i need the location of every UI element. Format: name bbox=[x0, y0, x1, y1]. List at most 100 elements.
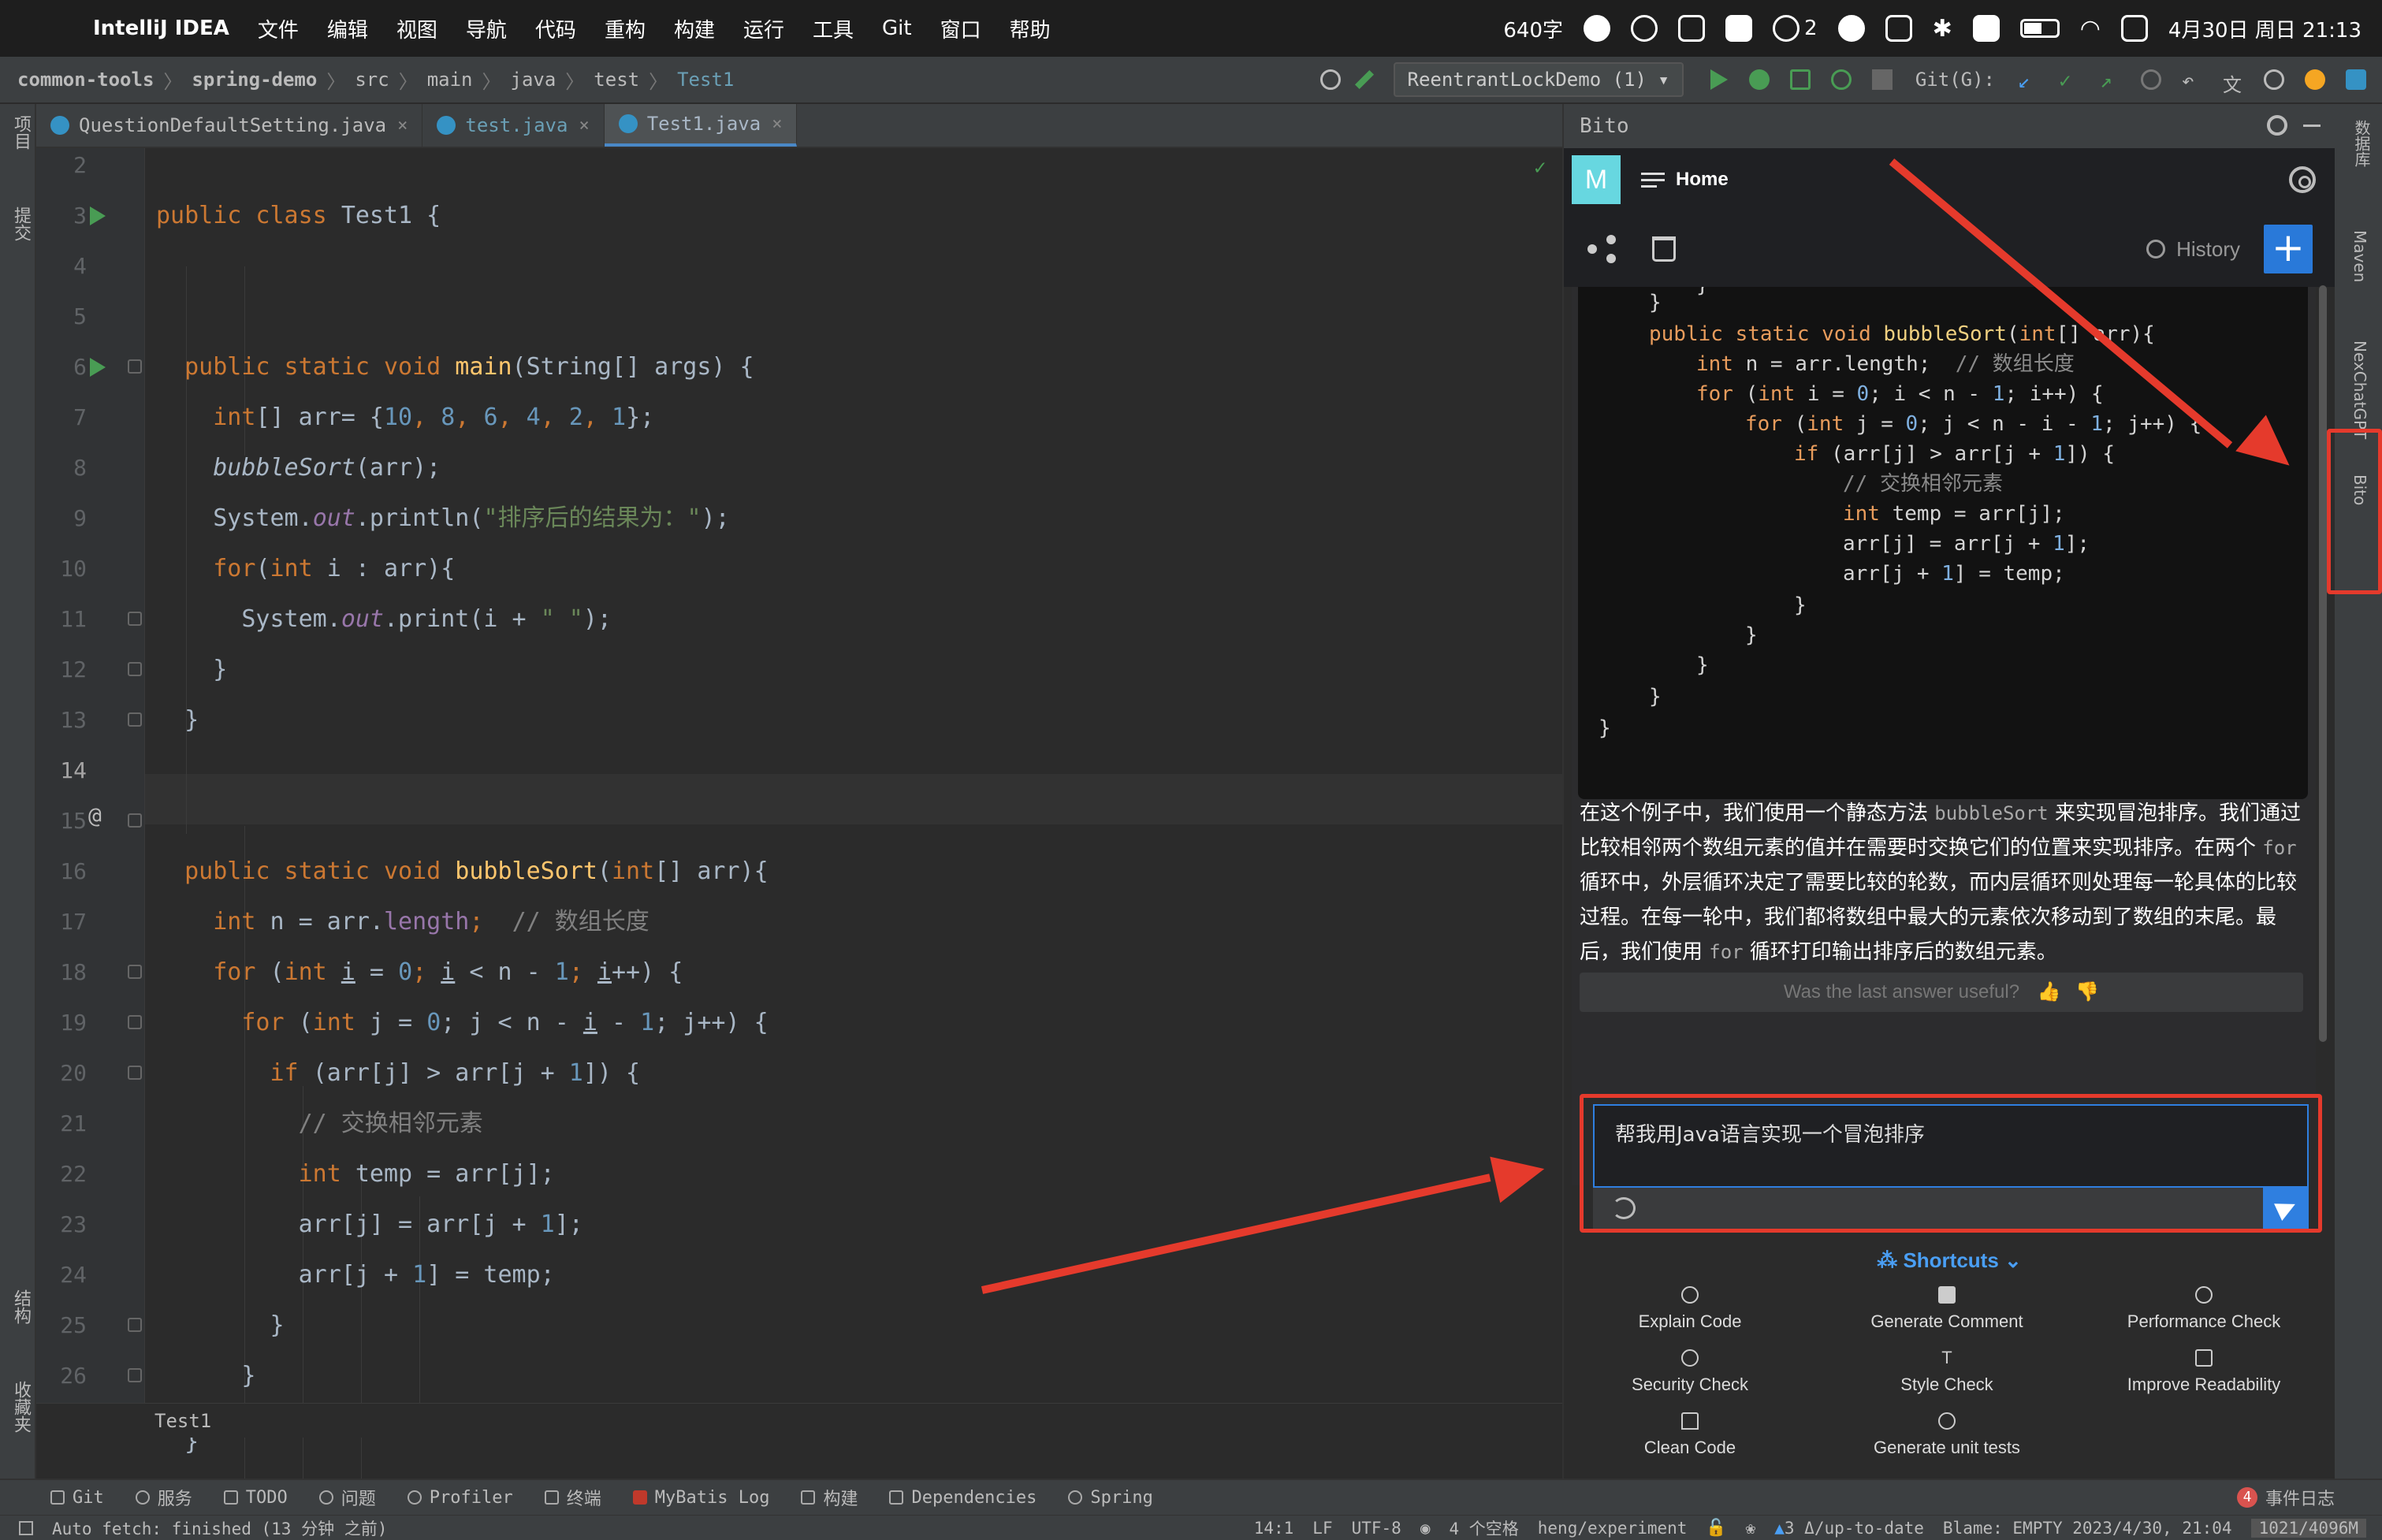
file-encoding[interactable]: UTF-8 bbox=[1352, 1519, 1401, 1538]
lock-icon[interactable]: 🔓 bbox=[1706, 1518, 1726, 1538]
breadcrumb-main[interactable]: main bbox=[418, 69, 482, 91]
inspection-ok-icon[interactable]: ✓ bbox=[1534, 156, 1546, 180]
maven-tool-button[interactable]: Maven bbox=[2350, 230, 2369, 282]
battery-icon[interactable] bbox=[2019, 19, 2060, 38]
stop-icon[interactable] bbox=[1871, 69, 1893, 90]
share-icon[interactable] bbox=[1587, 235, 1616, 263]
line-separator[interactable]: LF bbox=[1312, 1519, 1332, 1538]
shortcut-security-check[interactable]: Security Check bbox=[1564, 1349, 1816, 1395]
fold-icon[interactable] bbox=[128, 1066, 142, 1080]
toolwindow-spring[interactable]: Spring bbox=[1068, 1488, 1153, 1508]
paw-icon[interactable]: ❀ bbox=[1746, 1519, 1756, 1538]
avatar[interactable]: M bbox=[1572, 155, 1621, 204]
close-icon[interactable]: × bbox=[772, 114, 782, 134]
menu-tools[interactable]: 工具 bbox=[798, 14, 868, 43]
shortcut-performance-check[interactable]: Performance Check bbox=[2078, 1286, 2330, 1332]
run-main-icon[interactable] bbox=[90, 358, 106, 377]
eye-icon[interactable]: ◉ bbox=[1420, 1519, 1431, 1538]
menu-window[interactable]: 窗口 bbox=[926, 14, 996, 43]
breadcrumb-src[interactable]: src bbox=[345, 69, 398, 91]
fold-icon[interactable] bbox=[128, 1368, 142, 1382]
warning-icon[interactable]: ▲ bbox=[1774, 1519, 1785, 1538]
minimize-icon[interactable] bbox=[2303, 125, 2321, 127]
menu-file[interactable]: 文件 bbox=[244, 14, 313, 43]
git-commit-icon[interactable]: ✓ bbox=[2059, 69, 2079, 93]
commit-tool-button[interactable]: 提交 bbox=[8, 206, 33, 241]
shortcut-style-check[interactable]: T Style Check bbox=[1821, 1349, 2073, 1395]
caret-position[interactable]: 14:1 bbox=[1254, 1519, 1294, 1538]
menu-run[interactable]: 运行 bbox=[729, 14, 798, 43]
plugin-logo-icon[interactable] bbox=[2346, 69, 2366, 90]
datetime[interactable]: 4月30日 周日 21:13 bbox=[2168, 14, 2362, 43]
editor-breadcrumb[interactable]: Test1 bbox=[36, 1403, 1562, 1438]
app-menu[interactable]: IntelliJ IDEA bbox=[79, 17, 244, 40]
implemented-icon[interactable]: @ bbox=[88, 802, 102, 828]
blame-info[interactable]: Blame: EMPTY 2023/4/30, 21:04 bbox=[1943, 1519, 2232, 1538]
nexchatgpt-tool-button[interactable]: NexChatGPT bbox=[2350, 340, 2369, 439]
toolwindow-terminal[interactable]: 终端 bbox=[544, 1485, 601, 1510]
control-center-icon[interactable] bbox=[2120, 15, 2148, 42]
project-tool-button[interactable]: 项目 bbox=[8, 115, 33, 150]
breadcrumb-class[interactable]: Test1 bbox=[668, 69, 743, 91]
word-count[interactable]: 640字 bbox=[1503, 14, 1563, 43]
build-hammer-icon[interactable] bbox=[1354, 69, 1374, 90]
answer-code-block[interactable]: } } public static void bubbleSort(int[] … bbox=[1578, 287, 2308, 799]
fold-icon[interactable] bbox=[128, 813, 142, 828]
indent-setting[interactable]: 4 个空格 bbox=[1449, 1516, 1518, 1540]
menu-code[interactable]: 代码 bbox=[521, 14, 590, 43]
fold-icon[interactable] bbox=[128, 1015, 142, 1029]
send-button[interactable] bbox=[2263, 1188, 2309, 1229]
translate-icon[interactable]: 文 bbox=[2223, 69, 2243, 96]
run-class-icon[interactable] bbox=[90, 206, 106, 225]
prompt-input[interactable]: 帮我用Java语言实现一个冒泡排序 bbox=[1593, 1104, 2309, 1188]
code-editor[interactable]: 2 3 4 5 6 7 8 9 10 11 12 13 14 15 16 17 … bbox=[36, 148, 1594, 1527]
fold-icon[interactable] bbox=[128, 1318, 142, 1332]
toolwindow-todo[interactable]: TODO bbox=[223, 1488, 288, 1508]
breadcrumb-project[interactable]: common-tools bbox=[0, 69, 163, 91]
tab-test-java[interactable]: test.java × bbox=[422, 104, 605, 147]
run-config-select[interactable]: ReentrantLockDemo (1) ▾ bbox=[1393, 62, 1684, 97]
layout-icon[interactable] bbox=[19, 1520, 33, 1535]
menu-build[interactable]: 构建 bbox=[660, 14, 729, 43]
bluetooth-icon[interactable]: ✱ bbox=[1933, 15, 1952, 43]
shortcut-generate-unit-tests[interactable]: Generate unit tests bbox=[1821, 1412, 2073, 1458]
toolwindow-profiler[interactable]: Profiler bbox=[407, 1488, 513, 1508]
user-icon[interactable] bbox=[1319, 69, 1341, 90]
database-tool-button[interactable]: 数据库 bbox=[2350, 120, 2373, 167]
pen-icon[interactable] bbox=[1725, 15, 1753, 42]
panel-settings-icon[interactable] bbox=[2267, 115, 2287, 136]
menu-icon[interactable] bbox=[1641, 169, 1665, 192]
menu-edit[interactable]: 编辑 bbox=[313, 14, 382, 43]
menu-refactor[interactable]: 重构 bbox=[590, 14, 660, 43]
git-branch[interactable]: heng/experiment bbox=[1538, 1519, 1688, 1538]
toolwindow-services[interactable]: 服务 bbox=[135, 1485, 192, 1510]
s-app-icon[interactable] bbox=[1972, 15, 2000, 42]
run-icon[interactable] bbox=[1710, 69, 1728, 90]
undo-icon[interactable] bbox=[1612, 1197, 1636, 1219]
shortcut-clean-code[interactable]: Clean Code bbox=[1564, 1412, 1816, 1458]
search-icon[interactable] bbox=[2264, 69, 2284, 90]
toolwindow-mybatis-log[interactable]: MyBatis Log bbox=[632, 1488, 769, 1508]
shortcut-generate-comment[interactable]: Generate Comment bbox=[1821, 1286, 2073, 1332]
update-icon[interactable] bbox=[2305, 69, 2325, 90]
fold-icon[interactable] bbox=[128, 662, 142, 676]
menu-help[interactable]: 帮助 bbox=[996, 14, 1065, 43]
menu-navigate[interactable]: 导航 bbox=[452, 14, 521, 43]
toolwindow-build[interactable]: 构建 bbox=[801, 1485, 858, 1510]
fold-icon[interactable] bbox=[128, 965, 142, 979]
status-message[interactable]: Auto fetch: finished (13 分钟 之前) bbox=[52, 1516, 387, 1540]
rollback-icon[interactable]: ↶ bbox=[2182, 69, 2202, 93]
git-status[interactable]: 3 Δ/up-to-date bbox=[1785, 1519, 1924, 1538]
git-push-icon[interactable]: ↗ bbox=[2100, 69, 2120, 93]
chat-scrollbar[interactable] bbox=[2319, 285, 2327, 1042]
structure-tool-button[interactable]: 结构 bbox=[8, 1289, 33, 1324]
fold-icon[interactable] bbox=[128, 712, 142, 727]
close-icon[interactable]: × bbox=[579, 116, 589, 136]
breadcrumb-java[interactable]: java bbox=[501, 69, 566, 91]
profile-icon[interactable] bbox=[1830, 69, 1852, 90]
home-label[interactable]: Home bbox=[1676, 169, 1729, 191]
menu-view[interactable]: 视图 bbox=[382, 14, 452, 43]
wifi-icon[interactable]: ◠ bbox=[2080, 15, 2101, 43]
coverage-icon[interactable] bbox=[1789, 69, 1811, 90]
microphone-icon[interactable] bbox=[1631, 15, 1658, 42]
